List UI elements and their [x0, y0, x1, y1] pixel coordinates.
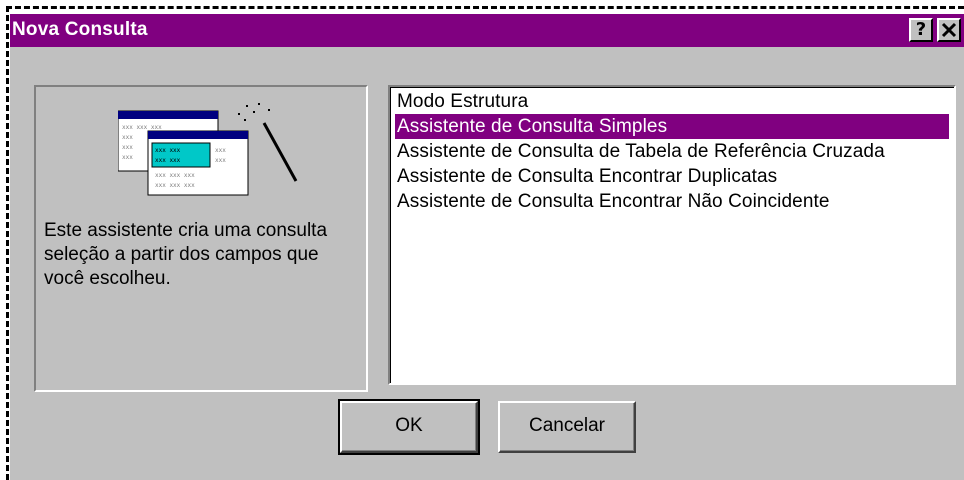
svg-text:xxx xxx xxx: xxx xxx xxx	[155, 182, 195, 189]
list-item-find-unmatched-wizard[interactable]: Assistente de Consulta Encontrar Não Coi…	[395, 189, 832, 214]
cancel-button[interactable]: Cancelar	[498, 401, 636, 453]
list-item-crosstab-query-wizard[interactable]: Assistente de Consulta de Tabela de Refe…	[395, 139, 887, 164]
svg-text:xxx: xxx	[122, 144, 133, 151]
close-icon	[941, 22, 957, 38]
svg-text:xxx xxx xxx: xxx xxx xxx	[122, 124, 162, 131]
list-item-find-duplicates-wizard[interactable]: Assistente de Consulta Encontrar Duplica…	[395, 164, 779, 189]
svg-text:xxx: xxx	[215, 147, 226, 154]
svg-text:xxx xxx: xxx xxx	[155, 157, 181, 164]
wizard-description: Este assistente cria uma consulta seleçã…	[44, 220, 328, 289]
ok-button[interactable]: OK	[338, 399, 480, 455]
svg-text:xxx: xxx	[122, 134, 133, 141]
list-item-simple-query-wizard[interactable]: Assistente de Consulta Simples	[395, 114, 949, 139]
selection-outline-left	[6, 6, 9, 480]
help-button[interactable]: ?	[909, 18, 933, 42]
new-query-dialog: Nova Consulta ? xxx xxx xxx xxx xxx xxx …	[10, 14, 964, 480]
svg-text:xxx xxx: xxx xxx	[155, 147, 181, 154]
close-button[interactable]	[937, 18, 961, 42]
query-wizard-icon: xxx xxx xxx xxx xxx xxx xxx xxx xxx xxx …	[118, 103, 298, 196]
svg-text:xxx xxx xxx: xxx xxx xxx	[155, 172, 195, 179]
svg-text:xxx: xxx	[215, 157, 226, 164]
query-type-list[interactable]: Modo Estrutura Assistente de Consulta Si…	[388, 85, 956, 385]
selection-outline-top	[6, 6, 964, 9]
list-item-design-view[interactable]: Modo Estrutura	[395, 89, 530, 114]
info-panel: xxx xxx xxx xxx xxx xxx xxx xxx xxx xxx …	[34, 85, 368, 392]
title-bar[interactable]: Nova Consulta ?	[10, 14, 964, 47]
dialog-title: Nova Consulta	[12, 19, 148, 40]
svg-text:xxx: xxx	[122, 154, 133, 161]
